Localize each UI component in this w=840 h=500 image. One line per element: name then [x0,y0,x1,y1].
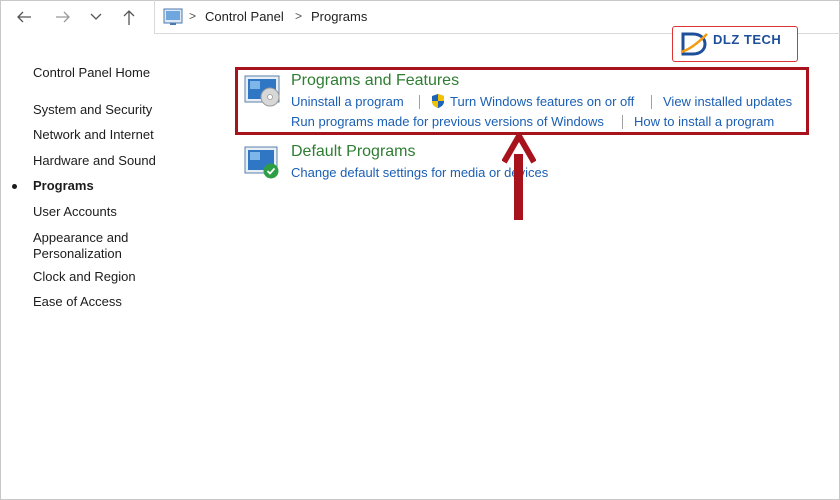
breadcrumb-separator: > [189,9,197,23]
up-arrow-annotation [502,132,536,220]
active-item-bullet [12,184,17,189]
sidebar-item-programs[interactable]: Programs [33,178,94,193]
dlz-tech-logo: DLZ TECH [672,26,798,62]
sidebar-item-system-and-security[interactable]: System and Security [33,102,152,117]
default-programs-title[interactable]: Default Programs [291,143,416,161]
logo-mark-icon [680,32,708,56]
breadcrumb-programs[interactable]: Programs [311,9,367,24]
sidebar-item-clock-and-region[interactable]: Clock and Region [33,269,136,284]
logo-text: DLZ TECH [713,32,782,47]
control-panel-icon [163,8,183,25]
breadcrumb-control-panel[interactable]: Control Panel [205,9,284,24]
up-button[interactable] [118,6,140,28]
back-arrow-icon [17,11,31,23]
sidebar-item-ease-of-access[interactable]: Ease of Access [33,294,122,309]
breadcrumb-separator: > [295,9,303,23]
recent-locations-button[interactable] [85,6,107,28]
back-button[interactable] [13,6,35,28]
highlight-annotation-box [235,67,809,135]
sidebar-item-appearance-line1[interactable]: Appearance and [33,230,128,245]
up-arrow-icon [123,10,135,25]
forward-arrow-icon [56,11,70,23]
sidebar-item-appearance-line2[interactable]: Personalization [33,246,122,261]
sidebar-item-hardware-and-sound[interactable]: Hardware and Sound [33,153,156,168]
sidebar-item-control-panel-home[interactable]: Control Panel Home [33,65,150,80]
default-programs-icon[interactable] [244,146,282,180]
sidebar-item-network-and-internet[interactable]: Network and Internet [33,127,154,142]
sidebar-item-user-accounts[interactable]: User Accounts [33,204,117,219]
forward-button[interactable] [52,6,74,28]
chevron-down-icon [90,13,102,20]
